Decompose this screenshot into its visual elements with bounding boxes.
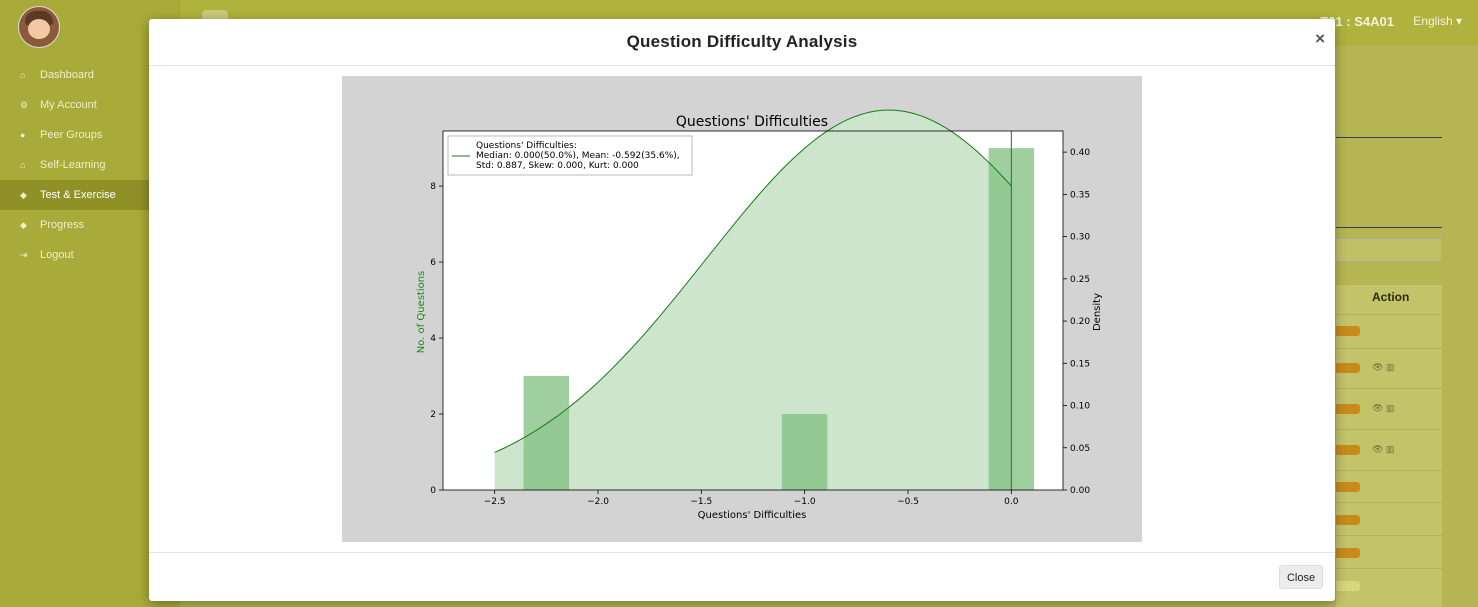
- table-row-divider: [1336, 348, 1442, 349]
- plot-figure: −2.5 −2.0 −1.5 −1.0 −0.5 0.0 0 2 4 6 8 0.00 0.05 0.…: [342, 76, 1142, 542]
- search-input[interactable]: [1336, 238, 1442, 262]
- sidebar-item-label: Test & Exercise: [40, 189, 116, 201]
- avatar[interactable]: [18, 6, 60, 48]
- histogram-bar: [523, 376, 570, 490]
- y-tick-label: 2: [430, 410, 436, 420]
- table-row-divider: [1336, 502, 1442, 503]
- table-row-divider: [1336, 535, 1442, 536]
- sidebar-item-label: My Account: [40, 99, 97, 111]
- y-tick-label: 6: [430, 258, 436, 268]
- sidebar-item-label: Peer Groups: [40, 129, 103, 141]
- y-axis-label: No. of Questions: [416, 271, 427, 354]
- table-row-divider: [1336, 470, 1442, 471]
- y2-tick-label: 0.10: [1070, 402, 1090, 412]
- legend-line-2: Median: 0.000(50.0%), Mean: -0.592(35.6%…: [476, 151, 680, 161]
- home-icon: ⌂: [20, 70, 26, 80]
- table-row-divider: [1336, 568, 1442, 569]
- sidebar-item-label: Dashboard: [40, 69, 94, 81]
- modal-footer: Close: [149, 552, 1335, 602]
- legend-line-3: Std: 0.887, Skew: 0.000, Kurt: 0.000: [476, 161, 639, 171]
- y2-tick-label: 0.35: [1070, 190, 1090, 200]
- x-axis-label: Questions' Difficulties: [698, 510, 807, 521]
- y2-tick-label: 0.40: [1070, 148, 1090, 158]
- chart-title: Questions' Difficulties: [676, 114, 828, 130]
- divider: [1336, 137, 1442, 138]
- modal-header: Question Difficulty Analysis ×: [149, 19, 1335, 66]
- y2-axis-label: Density: [1092, 293, 1103, 331]
- view-chart-icons[interactable]: 👁 ▥: [1372, 444, 1394, 455]
- view-chart-icons[interactable]: 👁 ▥: [1372, 403, 1394, 414]
- y-tick-label: 4: [430, 334, 436, 344]
- table-row-divider: [1336, 314, 1442, 315]
- table-row-divider: [1336, 388, 1442, 389]
- gears-icon: ⚙: [20, 100, 29, 110]
- x-tick-label: −0.5: [897, 497, 919, 507]
- y2-tick-label: 0.20: [1070, 317, 1090, 327]
- status-badge: [1336, 404, 1360, 414]
- sidebar-item-label: Logout: [40, 249, 74, 261]
- language-selector[interactable]: English ▾: [1413, 14, 1462, 28]
- y2-tick-label: 0.15: [1070, 359, 1090, 369]
- status-badge: [1336, 581, 1360, 591]
- status-badge: [1336, 482, 1360, 492]
- x-tick-label: −1.5: [690, 497, 712, 507]
- tags-icon: ◆: [20, 190, 27, 200]
- y-tick-label: 8: [430, 182, 436, 192]
- status-badge: [1336, 363, 1360, 373]
- y2-tick-label: 0.30: [1070, 233, 1090, 243]
- user-icon: ●: [20, 130, 26, 140]
- x-tick-label: −2.5: [484, 497, 506, 507]
- legend-line-1: Questions' Difficulties:: [476, 141, 577, 151]
- x-tick-label: −2.0: [587, 497, 609, 507]
- sign-out-icon: ⇥: [20, 250, 28, 260]
- close-icon[interactable]: ×: [1315, 29, 1325, 49]
- difficulty-modal: Question Difficulty Analysis × −2.5 −2.0−…: [149, 19, 1335, 601]
- divider: [1336, 227, 1442, 228]
- modal-body: −2.5 −2.0 −1.5 −1.0 −0.5 0.0 0 2 4 6 8 0.00 0.05 0.…: [149, 66, 1335, 552]
- status-badge: [1336, 445, 1360, 455]
- home-icon: ⌂: [20, 160, 26, 170]
- close-button[interactable]: Close: [1279, 565, 1323, 589]
- y-tick-label: 0: [430, 486, 436, 496]
- legend: Questions' Difficulties: Median: 0.000(5…: [447, 135, 693, 176]
- sidebar-item-label: Progress: [40, 219, 85, 231]
- view-chart-icons[interactable]: 👁 ▥: [1372, 362, 1394, 373]
- y2-tick-label: 0.05: [1070, 444, 1090, 454]
- tags-icon: ◆: [20, 220, 27, 230]
- modal-title: Question Difficulty Analysis: [626, 32, 858, 51]
- difficulty-chart: −2.5 −2.0 −1.5 −1.0 −0.5 0.0 0 2 4 6 8 0.00 0.05 0.…: [416, 109, 1103, 521]
- x-tick-label: −1.0: [794, 497, 816, 507]
- caret-down-icon: ▾: [1455, 14, 1462, 28]
- y2-tick-label: 0.00: [1070, 486, 1090, 496]
- status-badge: [1336, 548, 1360, 558]
- x-tick-label: 0.0: [1004, 497, 1019, 507]
- language-label: English: [1413, 14, 1453, 28]
- y2-tick-label: 0.25: [1070, 275, 1090, 285]
- sidebar-item-label: Self-Learning: [40, 159, 106, 171]
- histogram-bar: [781, 414, 828, 490]
- status-badge: [1336, 326, 1360, 336]
- column-header-action[interactable]: Action: [1372, 290, 1409, 304]
- table-row-divider: [1336, 429, 1442, 430]
- status-badge: [1336, 515, 1360, 525]
